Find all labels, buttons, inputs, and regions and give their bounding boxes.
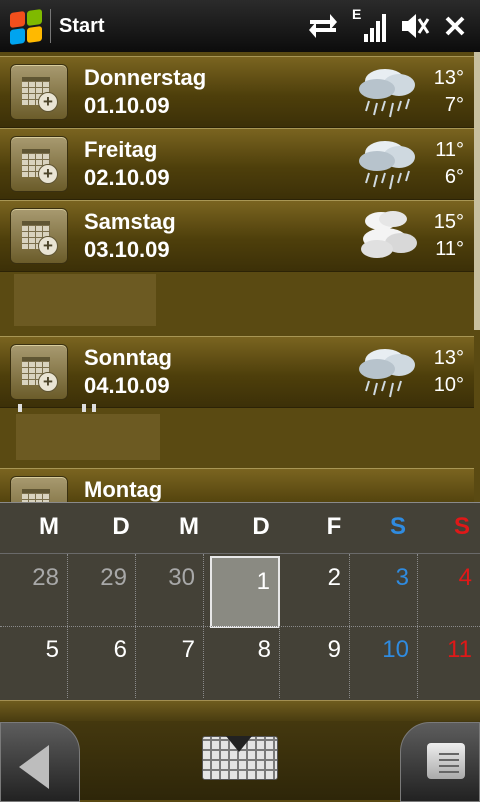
calendar-grid: 28 29 30 1 2 3 4 5 6 7 8 9 10 11	[0, 553, 480, 702]
calendar-day-saturday[interactable]: 3	[350, 554, 418, 626]
agenda-day-row[interactable]: + Freitag 02.10.09 11° 6°	[0, 128, 474, 200]
windows-start-icon[interactable]	[6, 6, 46, 46]
temp-high: 13°	[433, 67, 464, 89]
calendar-day[interactable]: 7	[136, 626, 204, 698]
day-name: Sonntag	[84, 345, 172, 370]
rain-cloud-icon	[359, 69, 415, 118]
agenda-list: + Donnerstag 01.10.09 13° 7° + Freitag 0…	[0, 52, 474, 502]
calendar-day[interactable]: 9	[282, 626, 350, 698]
agenda-day-row[interactable]: + Sonntag 04.10.09 13° 10°	[0, 336, 474, 408]
day-name: Freitag	[84, 137, 158, 162]
temp-high: 11°	[435, 139, 464, 161]
status-bar: Start E	[0, 0, 480, 52]
weekday-label: M	[179, 513, 199, 540]
status-icons: E	[308, 6, 466, 44]
add-appointment-icon[interactable]: +	[10, 208, 68, 264]
temp-low: 7°	[444, 94, 464, 116]
calendar-day-sunday[interactable]: 11	[414, 626, 480, 698]
partial-text-fragment	[18, 404, 98, 414]
add-appointment-icon[interactable]: +	[10, 344, 68, 400]
agenda-day-row[interactable]: + Montag	[0, 468, 474, 502]
calendar-day[interactable]: 30	[136, 554, 204, 626]
signal-edge-icon[interactable]: E	[352, 6, 386, 44]
keyboard-button[interactable]	[200, 726, 280, 786]
temp-low: 6°	[444, 166, 464, 188]
agenda-day-row[interactable]: + Samstag 03.10.09 15° 11°	[0, 200, 474, 272]
day-name: Samstag	[84, 209, 176, 234]
weekday-label: D	[252, 513, 270, 540]
weekday-label: M	[39, 513, 59, 540]
weekday-header: M D M D F S S	[0, 503, 480, 553]
calendar-day[interactable]: 8	[212, 626, 280, 698]
month-calendar: M D M D F S S 28 29 30 1 2 3 4 5 6 7 8 9…	[0, 502, 480, 701]
calendar-day[interactable]: 2	[282, 554, 350, 626]
calendar-day-selected[interactable]: 1	[210, 556, 280, 628]
cloudy-icon	[361, 211, 417, 258]
add-appointment-icon[interactable]: +	[10, 64, 68, 120]
back-button[interactable]	[0, 722, 80, 802]
connectivity-arrows-icon[interactable]	[308, 12, 338, 40]
status-separator	[50, 9, 51, 43]
calendar-day[interactable]: 28	[0, 554, 68, 626]
calendar-day[interactable]: 5	[0, 626, 68, 698]
bottom-bar	[0, 700, 480, 802]
temp-high: 15°	[433, 211, 464, 233]
keyboard-toggle-arrow-icon	[226, 736, 252, 752]
bottom-strip	[0, 700, 480, 721]
day-date: 04.10.09	[84, 373, 170, 398]
calendar-day-sunday[interactable]: 4	[414, 554, 480, 626]
temp-low: 11°	[435, 238, 464, 260]
weekday-label-saturday: S	[389, 513, 406, 540]
status-title: Start	[59, 14, 105, 37]
calendar-day[interactable]: 29	[68, 554, 136, 626]
rain-cloud-icon	[359, 349, 415, 398]
day-date: 02.10.09	[84, 165, 170, 190]
temp-high: 13°	[433, 347, 464, 369]
agenda-day-row[interactable]: + Donnerstag 01.10.09 13° 7°	[0, 56, 474, 128]
menu-icon	[427, 743, 465, 779]
weekday-label-sunday: S	[453, 513, 470, 540]
weekday-label: F	[326, 513, 342, 540]
day-name: Donnerstag	[84, 65, 207, 90]
back-arrow-icon	[19, 745, 49, 789]
calendar-day[interactable]: 6	[68, 626, 136, 698]
rain-cloud-icon	[359, 141, 415, 190]
temp-low: 10°	[433, 374, 464, 396]
day-date: 03.10.09	[84, 237, 170, 262]
calendar-day-saturday[interactable]: 10	[350, 626, 418, 698]
add-appointment-icon[interactable]: +	[10, 476, 68, 502]
redacted-area	[16, 414, 160, 460]
menu-button[interactable]	[400, 722, 480, 802]
add-appointment-icon[interactable]: +	[10, 136, 68, 192]
day-date: 01.10.09	[84, 93, 170, 118]
redacted-area	[14, 274, 156, 326]
volume-muted-icon[interactable]	[400, 11, 430, 41]
weekday-label: D	[112, 513, 130, 540]
day-name: Montag	[84, 477, 163, 502]
scrollbar[interactable]	[474, 52, 480, 330]
close-icon[interactable]	[444, 15, 466, 37]
